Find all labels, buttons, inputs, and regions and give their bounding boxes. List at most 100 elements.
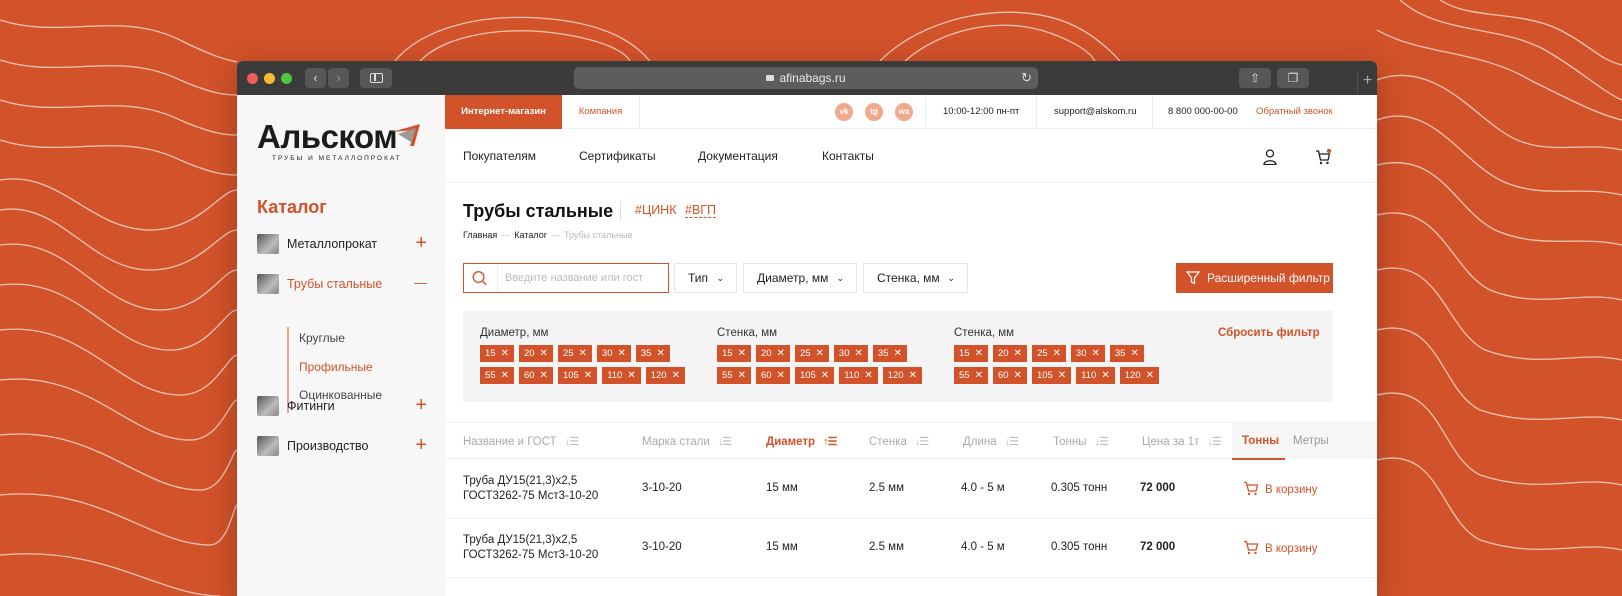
- sub-item-round[interactable]: Круглые: [299, 327, 382, 356]
- remove-chip-icon[interactable]: ✕: [1014, 348, 1022, 359]
- col-tons[interactable]: Тонны ↓☰: [1053, 435, 1109, 448]
- collapse-icon[interactable]: —: [414, 273, 427, 293]
- remove-chip-icon[interactable]: ✕: [893, 348, 901, 359]
- type-dropdown[interactable]: Тип ⌄: [674, 263, 737, 293]
- filter-chip[interactable]: 110 ✕: [839, 367, 878, 384]
- remove-chip-icon[interactable]: ✕: [1053, 348, 1061, 359]
- remove-chip-icon[interactable]: ✕: [584, 370, 592, 381]
- reload-icon[interactable]: ↻: [1021, 67, 1032, 89]
- filter-chip[interactable]: 30 ✕: [1070, 345, 1105, 362]
- tag-zinc[interactable]: #ЦИНК: [635, 203, 677, 217]
- remove-chip-icon[interactable]: ✕: [672, 370, 680, 381]
- col-steel[interactable]: Марка стали ↓☰: [642, 435, 732, 448]
- remove-chip-icon[interactable]: ✕: [738, 348, 746, 359]
- remove-chip-icon[interactable]: ✕: [1130, 348, 1138, 359]
- minimize-window-button[interactable]: [264, 73, 275, 84]
- filter-chip[interactable]: 15 ✕: [954, 345, 988, 362]
- breadcrumb-catalog[interactable]: Каталог: [514, 230, 547, 240]
- tag-vgp[interactable]: #ВГП: [685, 203, 717, 218]
- maximize-window-button[interactable]: [281, 73, 292, 84]
- col-wall[interactable]: Стенка ↓☰: [869, 435, 929, 448]
- filter-chip[interactable]: 30 ✕: [596, 345, 631, 362]
- advanced-filter-button[interactable]: Расширенный фильтр: [1176, 263, 1333, 293]
- vk-icon[interactable]: vk: [835, 103, 853, 121]
- sub-item-profile[interactable]: Профильные: [299, 356, 382, 385]
- address-bar[interactable]: afinabags.ru ↻: [574, 67, 1038, 89]
- whatsapp-icon[interactable]: wa: [895, 103, 913, 121]
- filter-chip[interactable]: 105 ✕: [1031, 367, 1072, 384]
- filter-chip[interactable]: 25 ✕: [794, 345, 829, 362]
- filter-chip[interactable]: 55 ✕: [717, 367, 751, 384]
- filter-chip[interactable]: 55 ✕: [480, 367, 514, 384]
- sidebar-item-steel-pipes[interactable]: Трубы стальные —: [257, 273, 427, 295]
- filter-chip[interactable]: 30 ✕: [833, 345, 868, 362]
- remove-chip-icon[interactable]: ✕: [821, 370, 829, 381]
- remove-chip-icon[interactable]: ✕: [975, 348, 983, 359]
- filter-chip[interactable]: 55 ✕: [954, 367, 988, 384]
- remove-chip-icon[interactable]: ✕: [975, 370, 983, 381]
- site-logo[interactable]: Альском ТРУБЫ И МЕТАЛЛОПРОКАТ: [257, 119, 420, 162]
- telegram-icon[interactable]: tg: [865, 103, 883, 121]
- expand-icon[interactable]: +: [415, 233, 427, 253]
- remove-chip-icon[interactable]: ✕: [540, 348, 548, 359]
- nav-documentation[interactable]: Документация: [698, 149, 778, 163]
- filter-chip[interactable]: 25 ✕: [1031, 345, 1066, 362]
- back-button[interactable]: ‹: [305, 68, 326, 88]
- filter-chip[interactable]: 120 ✕: [645, 367, 685, 384]
- filter-chip[interactable]: 35 ✕: [635, 345, 670, 362]
- filter-chip[interactable]: 20 ✕: [755, 345, 790, 362]
- filter-chip[interactable]: 60 ✕: [755, 367, 790, 384]
- remove-chip-icon[interactable]: ✕: [579, 348, 587, 359]
- remove-chip-icon[interactable]: ✕: [1014, 370, 1022, 381]
- product-name[interactable]: Труба ДУ15(21,3)х2,5 ГОСТ3262-75 Мст3-10-…: [463, 474, 598, 504]
- unit-meters-tab[interactable]: Метры: [1293, 435, 1329, 447]
- nav-buyers[interactable]: Покупателям: [463, 149, 536, 163]
- tabs-overview-icon[interactable]: ❐: [1277, 68, 1309, 88]
- remove-chip-icon[interactable]: ✕: [501, 370, 509, 381]
- table-row[interactable]: Труба ДУ15(21,3)х2,5 ГОСТ3262-75 Мст3-10-…: [445, 460, 1377, 519]
- cart-icon[interactable]: [1315, 149, 1331, 165]
- filter-chip[interactable]: 105 ✕: [557, 367, 598, 384]
- user-icon[interactable]: [1263, 149, 1277, 165]
- remove-chip-icon[interactable]: ✕: [617, 348, 625, 359]
- reset-filter-button[interactable]: Сбросить фильтр: [1218, 327, 1320, 339]
- remove-chip-icon[interactable]: ✕: [738, 370, 746, 381]
- filter-chip[interactable]: 20 ✕: [992, 345, 1027, 362]
- sidebar-toggle-icon[interactable]: [360, 68, 392, 88]
- search-input[interactable]: Введите название или гост: [463, 263, 669, 293]
- filter-chip[interactable]: 60 ✕: [518, 367, 553, 384]
- filter-chip[interactable]: 35 ✕: [872, 345, 907, 362]
- col-name[interactable]: Название и ГОСТ ↓☰: [463, 435, 579, 448]
- sidebar-item-fittings[interactable]: Фитинги +: [257, 395, 427, 417]
- phone-number[interactable]: 8 800 000-00-00: [1168, 95, 1238, 129]
- diameter-dropdown[interactable]: Диаметр, мм ⌄: [743, 263, 857, 293]
- remove-chip-icon[interactable]: ✕: [816, 348, 824, 359]
- col-length[interactable]: Длина ↓☰: [963, 435, 1019, 448]
- remove-chip-icon[interactable]: ✕: [656, 348, 664, 359]
- table-row[interactable]: Труба ДУ15(21,3)х2,5 ГОСТ3262-75 Мст3-10-…: [445, 519, 1377, 578]
- remove-chip-icon[interactable]: ✕: [627, 370, 635, 381]
- tab-online-shop[interactable]: Интернет-магазин: [445, 95, 562, 129]
- nav-contacts[interactable]: Контакты: [822, 149, 874, 163]
- product-name[interactable]: Труба ДУ15(21,3)х2,5 ГОСТ3262-75 Мст3-10-…: [463, 533, 598, 563]
- share-icon[interactable]: ⇧: [1239, 68, 1271, 88]
- filter-chip[interactable]: 25 ✕: [557, 345, 592, 362]
- remove-chip-icon[interactable]: ✕: [777, 348, 785, 359]
- filter-chip[interactable]: 110 ✕: [602, 367, 641, 384]
- col-diameter[interactable]: Диаметр ↑☰: [766, 435, 837, 448]
- support-email[interactable]: support@alskom.ru: [1054, 95, 1137, 129]
- remove-chip-icon[interactable]: ✕: [1146, 370, 1154, 381]
- tab-company[interactable]: Компания: [562, 95, 640, 129]
- wall-dropdown[interactable]: Стенка, мм ⌄: [863, 263, 968, 293]
- breadcrumb-home[interactable]: Главная: [463, 230, 497, 240]
- expand-icon[interactable]: +: [415, 435, 427, 455]
- remove-chip-icon[interactable]: ✕: [864, 370, 872, 381]
- filter-chip[interactable]: 15 ✕: [717, 345, 751, 362]
- remove-chip-icon[interactable]: ✕: [1091, 348, 1099, 359]
- filter-chip[interactable]: 110 ✕: [1076, 367, 1115, 384]
- filter-chip[interactable]: 105 ✕: [794, 367, 835, 384]
- unit-tons-tab[interactable]: Тонны: [1242, 435, 1279, 447]
- remove-chip-icon[interactable]: ✕: [854, 348, 862, 359]
- forward-button[interactable]: ›: [328, 68, 349, 88]
- add-to-cart-button[interactable]: В корзину: [1243, 481, 1318, 496]
